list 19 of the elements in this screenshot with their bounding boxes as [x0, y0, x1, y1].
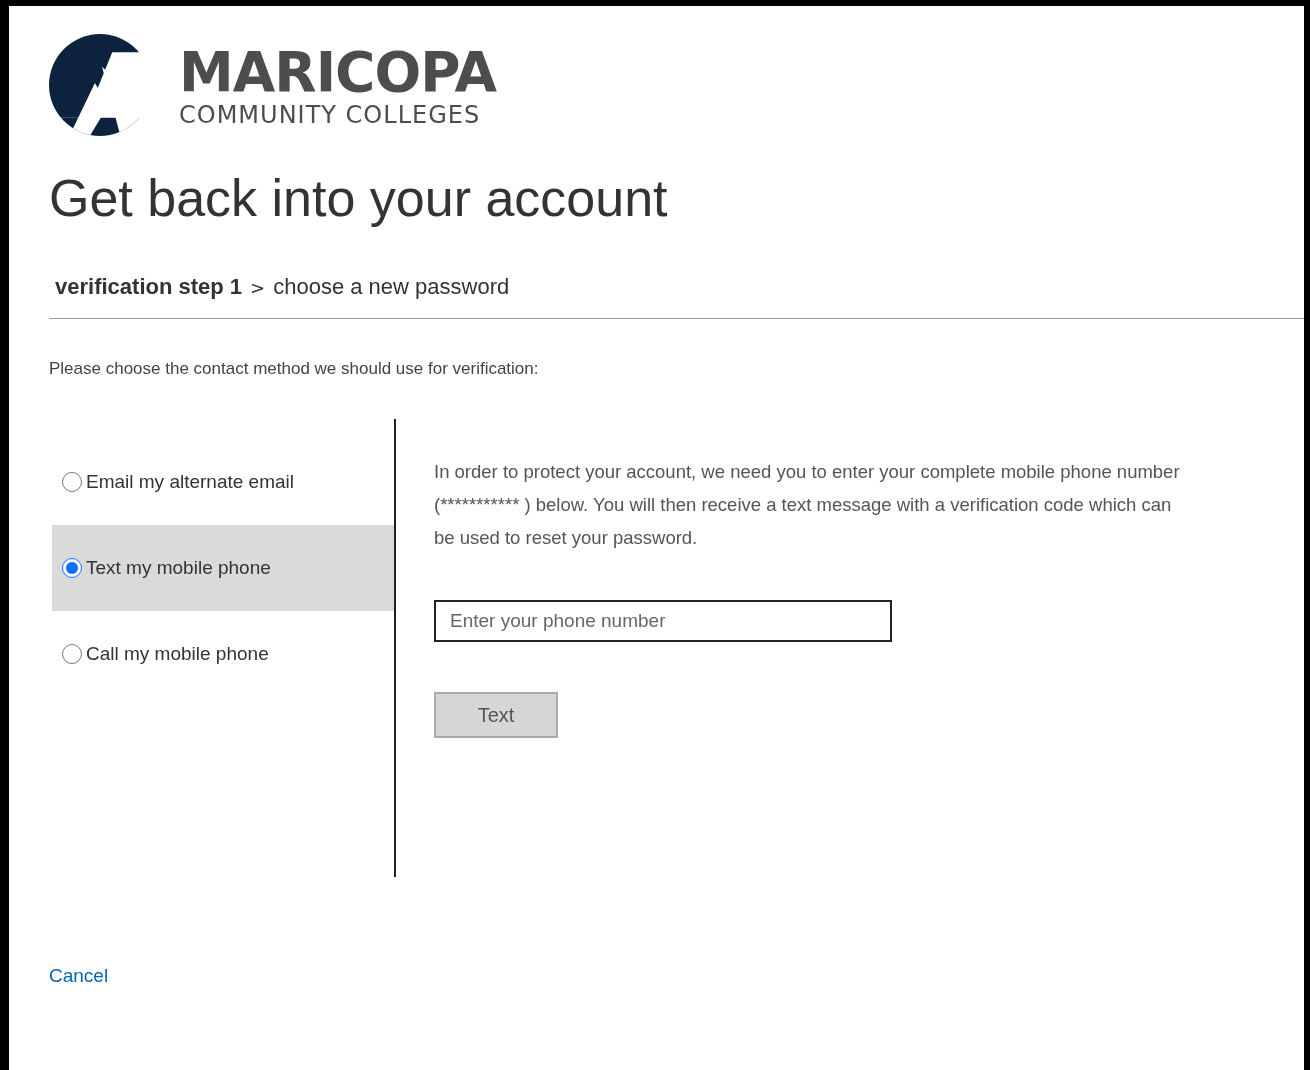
step-separator: >	[250, 277, 266, 298]
radio-button[interactable]	[62, 472, 82, 492]
step-label: verification step 1	[55, 274, 243, 300]
brand-name: MARICOPA	[179, 42, 497, 102]
option-label: Call my mobile phone	[86, 643, 269, 665]
method-option[interactable]: Email my alternate email	[52, 439, 394, 525]
brand-subtitle: COMMUNITY COLLEGES	[179, 102, 482, 128]
page-title: Get back into your account	[49, 168, 669, 228]
radio-button[interactable]	[62, 644, 82, 664]
option-label: Email my alternate email	[86, 471, 295, 493]
instruction-text: Please choose the contact method we should use for verification:	[49, 359, 540, 379]
step-label: choose a new password	[273, 274, 510, 300]
method-option[interactable]: Call my mobile phone	[52, 611, 394, 697]
method-option[interactable]: Text my mobile phone	[52, 525, 394, 611]
description-text: In order to protect your account, we need you to enter your complete mobile phone number (*********** ) below. You will then receive a text message with a verification code which can be used to reset your password.	[434, 460, 1181, 550]
option-label: Text my mobile phone	[86, 557, 271, 579]
phone-input-field[interactable]: Enter your phone number	[434, 600, 892, 642]
cancel-link[interactable]: Cancel	[49, 965, 109, 987]
radio-button[interactable]	[62, 558, 82, 578]
